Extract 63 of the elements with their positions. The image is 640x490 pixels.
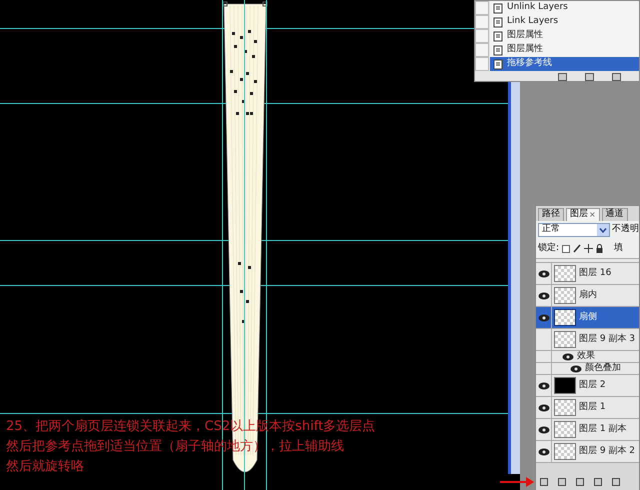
eye-icon xyxy=(538,292,550,300)
layer-row[interactable]: 效果 xyxy=(536,351,639,363)
layer-row[interactable]: 图层 9 副本 3 xyxy=(536,329,639,351)
layer-name: 效果 xyxy=(577,350,595,362)
scrollbar[interactable] xyxy=(508,82,520,474)
layer-row[interactable]: 图层 1 xyxy=(536,397,639,419)
layer-thumbnail xyxy=(554,399,576,416)
document-icon xyxy=(493,58,504,70)
caption-text: 然后就旋转咯 xyxy=(6,458,85,475)
layer-row[interactable]: 扇侧 xyxy=(536,307,639,329)
layer-thumbnail xyxy=(554,309,576,326)
close-icon[interactable]: × xyxy=(589,209,596,221)
blend-mode-dropdown[interactable]: 正常 xyxy=(538,223,610,237)
layer-name: 扇侧 xyxy=(579,310,597,324)
layer-row[interactable]: 图层 16 xyxy=(536,263,639,285)
move-icon[interactable] xyxy=(584,244,594,253)
history-label: Unlink Layers xyxy=(507,1,568,14)
eye-icon xyxy=(538,426,550,434)
layer-name: 图层 9 副本 2 xyxy=(579,444,636,458)
layer-name: 颜色叠加 xyxy=(585,362,621,375)
panel-tab[interactable]: 通道 xyxy=(602,208,628,221)
layer-row[interactable]: 图层 2 xyxy=(536,375,639,397)
lock-label: 锁定: xyxy=(538,242,560,255)
chevron-down-icon[interactable] xyxy=(597,224,609,236)
layer-row[interactable]: 图层 9 副本 2 xyxy=(536,441,639,463)
layer-thumbnail xyxy=(554,331,576,348)
document-icon xyxy=(493,30,504,42)
layer-thumbnail xyxy=(554,287,576,304)
document-icon xyxy=(493,2,504,14)
layer-thumbnail xyxy=(554,377,576,394)
layer-name: 图层 2 xyxy=(579,378,606,392)
history-label: 拖移参考线 xyxy=(507,57,552,70)
layer-name: 图层 9 副本 3 xyxy=(579,332,636,346)
eye-icon xyxy=(538,314,550,322)
layer-name: 图层 1 xyxy=(579,400,606,414)
document-icon xyxy=(493,44,504,56)
history-label: 图层属性 xyxy=(507,43,543,56)
history-label: Link Layers xyxy=(507,15,558,28)
layer-name: 图层 1 副本 xyxy=(579,422,626,436)
eye-icon xyxy=(538,448,550,456)
fill-label: 填 xyxy=(614,242,624,255)
opacity-label: 不透明 xyxy=(612,223,639,236)
eye-icon xyxy=(538,404,550,412)
layer-thumbnail xyxy=(554,443,576,460)
layer-name: 图层 16 xyxy=(579,266,612,280)
layer-row[interactable]: 图层 1 副本 xyxy=(536,419,639,441)
document-icon xyxy=(493,16,504,28)
history-label: 图层属性 xyxy=(507,29,543,42)
brush-icon[interactable] xyxy=(573,244,582,253)
layer-thumbnail xyxy=(554,265,576,282)
panel-tab[interactable]: 图层× xyxy=(566,208,600,221)
layer-row[interactable]: 颜色叠加 xyxy=(536,363,639,375)
lock-transparency-icon[interactable] xyxy=(562,244,570,252)
lock-icon[interactable] xyxy=(596,244,604,253)
layer-thumbnail xyxy=(554,421,576,438)
eye-icon xyxy=(538,382,550,390)
arrow-icon xyxy=(500,477,534,487)
eye-icon xyxy=(570,364,582,372)
eye-icon xyxy=(538,270,550,278)
panel-tab[interactable]: 路径 xyxy=(538,208,564,221)
layer-name: 扇内 xyxy=(579,288,597,302)
eye-icon xyxy=(562,352,574,360)
layer-row[interactable]: 扇内 xyxy=(536,285,639,307)
